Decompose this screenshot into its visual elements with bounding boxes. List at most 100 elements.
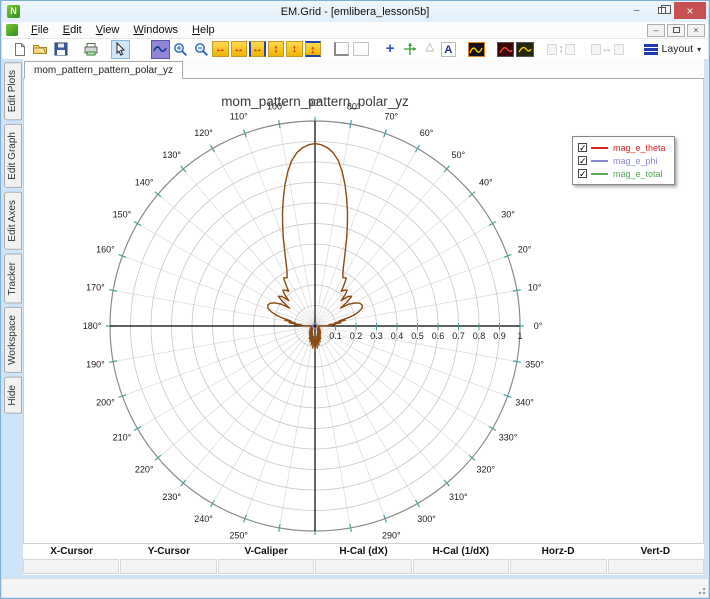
legend-checkbox[interactable]: ✓ [578, 169, 587, 179]
svg-text:150°: 150° [113, 210, 132, 220]
svg-text:20°: 20° [518, 245, 532, 255]
cursor-readout-table: X-Cursor Y-Cursor V-Caliper H-Cal (dX) H… [23, 544, 704, 575]
close-button[interactable]: × [674, 2, 706, 19]
h-shrink-button[interactable]: ↔ [230, 41, 248, 57]
yellow-curve-view-button[interactable] [516, 41, 534, 57]
mdi-minimize-button[interactable]: – [647, 23, 665, 37]
svg-text:160°: 160° [96, 245, 115, 255]
sidebar-tab-edit-axes[interactable]: Edit Axes [3, 192, 22, 250]
v-expand-button[interactable]: ↕ [267, 41, 285, 57]
svg-text:60°: 60° [420, 128, 434, 138]
legend-row: ✓ mag_e_total [578, 167, 666, 180]
v-fit-button[interactable]: ↕ [304, 41, 322, 57]
crosshair-button[interactable]: + [381, 40, 398, 58]
zoom-out-button[interactable] [192, 40, 210, 59]
svg-text:140°: 140° [135, 178, 154, 188]
svg-text:10°: 10° [528, 282, 542, 292]
red-curve-view-button[interactable] [496, 41, 515, 57]
menu-edit[interactable]: Edit [56, 23, 89, 37]
svg-text:320°: 320° [477, 464, 496, 474]
open-button[interactable] [31, 40, 49, 59]
save-button[interactable] [51, 40, 69, 59]
svg-text:120°: 120° [194, 128, 213, 138]
svg-text:260°: 260° [267, 541, 286, 542]
cursor-col-header: Horz-D [541, 546, 575, 557]
layout-button-label: Layout [661, 43, 694, 55]
zoom-in-button[interactable] [172, 40, 190, 59]
svg-text:230°: 230° [162, 492, 181, 502]
legend-label: mag_e_total [613, 168, 663, 179]
restore-button[interactable] [649, 2, 674, 19]
status-bar [2, 578, 708, 597]
sidebar-tab-hide[interactable]: Hide [3, 377, 22, 414]
svg-text:310°: 310° [449, 492, 468, 502]
svg-text:70°: 70° [384, 111, 398, 121]
h-expand-button[interactable]: ↔ [212, 41, 229, 57]
svg-text:330°: 330° [499, 433, 518, 443]
legend-row: ✓ mag_e_phi [578, 154, 666, 167]
legend-line-sample [591, 146, 608, 149]
svg-text:0.8: 0.8 [473, 331, 486, 341]
layout-button[interactable]: Layout ▾ [637, 40, 709, 58]
svg-text:180°: 180° [83, 321, 102, 331]
sidebar-tab-workspace[interactable]: Workspace [3, 307, 22, 374]
text-label-button[interactable]: A [440, 41, 457, 57]
open-folder-icon [33, 45, 48, 54]
triangle-marker-button[interactable]: △ [421, 40, 438, 58]
svg-text:210°: 210° [113, 433, 132, 443]
plot-style-button[interactable] [467, 41, 486, 57]
menu-bar: File Edit View Windows Help – × [2, 22, 708, 39]
pane-icon [547, 43, 558, 55]
new-file-button[interactable] [11, 40, 29, 59]
v-arrows-icon: ↕ [558, 43, 564, 55]
toolbar: ↔ ↔ ↔ ↕ ↕ ↕ + △ A ↕ ↔ Layout ▾ [2, 39, 708, 60]
svg-text:mom_pattern_pattern_polar_yz: mom_pattern_pattern_polar_yz [221, 94, 409, 109]
menu-view[interactable]: View [89, 23, 127, 37]
svg-text:0.7: 0.7 [452, 331, 465, 341]
svg-text:170°: 170° [86, 282, 105, 292]
cursor-value-cell [120, 559, 217, 574]
h-fit-button[interactable]: ↔ [249, 41, 266, 57]
h-tile-button[interactable]: ↔ [590, 43, 624, 55]
legend-checkbox[interactable]: ✓ [578, 143, 587, 153]
document-tab-strip: mom_pattern_pattern_polar_yz [23, 59, 704, 79]
mdi-close-button[interactable]: × [687, 23, 705, 37]
save-icon [54, 42, 68, 56]
frame-left-button[interactable] [333, 42, 350, 56]
v-shrink-button[interactable]: ↕ [286, 41, 303, 57]
legend-label: mag_e_theta [613, 142, 666, 153]
v-tile-button[interactable]: ↕ [547, 43, 575, 55]
sidebar-tab-tracker[interactable]: Tracker [3, 253, 22, 304]
tab-polar-plot[interactable]: mom_pattern_pattern_polar_yz [24, 61, 183, 79]
minimize-button[interactable]: – [624, 2, 649, 19]
restore-icon [657, 5, 671, 14]
svg-text:0.6: 0.6 [432, 331, 445, 341]
svg-text:290°: 290° [382, 531, 401, 541]
legend-checkbox[interactable]: ✓ [578, 156, 587, 166]
pan-plot-button[interactable] [151, 39, 170, 59]
legend-label: mag_e_phi [613, 155, 658, 166]
resize-grip[interactable] [696, 585, 706, 595]
svg-text:220°: 220° [135, 464, 154, 474]
menu-help[interactable]: Help [185, 23, 222, 37]
print-button[interactable] [81, 40, 99, 59]
cursor-col-header: Y-Cursor [147, 546, 191, 557]
svg-text:40°: 40° [479, 178, 493, 188]
style-curve-icon [469, 46, 484, 53]
svg-text:1: 1 [517, 331, 522, 341]
pointer-select-button[interactable] [111, 39, 130, 59]
svg-text:0.2: 0.2 [350, 331, 363, 341]
svg-text:110°: 110° [230, 111, 248, 121]
sidebar-tab-edit-plots[interactable]: Edit Plots [3, 62, 22, 121]
svg-text:250°: 250° [229, 531, 248, 541]
sidebar-tab-edit-graph[interactable]: Edit Graph [3, 124, 22, 189]
frame-box-button[interactable] [353, 42, 369, 56]
svg-text:240°: 240° [194, 514, 213, 524]
mdi-restore-button[interactable] [667, 23, 685, 37]
tracker-button[interactable] [401, 40, 419, 59]
svg-text:0°: 0° [534, 321, 543, 331]
mdi-restore-icon [672, 27, 680, 33]
cursor-value-cell [23, 559, 120, 574]
menu-file[interactable]: File [24, 23, 56, 37]
menu-windows[interactable]: Windows [126, 23, 185, 37]
